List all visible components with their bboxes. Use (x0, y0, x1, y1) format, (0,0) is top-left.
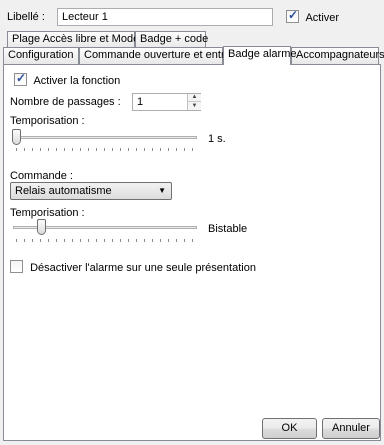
nombre-passages-spinner[interactable]: ▲ ▼ (187, 94, 201, 110)
temporisation1-label: Temporisation : (10, 115, 85, 127)
chevron-down-icon: ▼ (158, 186, 166, 195)
tab-plage-acces-libre[interactable]: Plage Accès libre et Mode (7, 31, 139, 48)
tab-badge-code[interactable]: Badge + code (135, 31, 209, 48)
spin-up-icon[interactable]: ▲ (188, 94, 201, 101)
activer-fonction-label: Activer la fonction (33, 75, 121, 87)
tab-label: Plage Accès libre et Mode (12, 33, 140, 45)
commande-label: Commande : (10, 170, 73, 182)
desactiver-checkbox[interactable] (10, 260, 23, 273)
tab-label: Commande ouverture et entrées (84, 49, 243, 61)
activer-checkbox-wrap[interactable]: Activer (286, 8, 339, 26)
desactiver-wrap[interactable]: Désactiver l'alarme sur une seule présen… (10, 260, 256, 276)
spin-down-icon[interactable]: ▼ (188, 101, 201, 110)
annuler-button[interactable]: Annuler (322, 418, 380, 439)
tab-commande-ouverture[interactable]: Commande ouverture et entrées (79, 47, 242, 64)
tab-accompagnateurs[interactable]: Accompagnateurs (291, 47, 384, 64)
tab-configuration[interactable]: Configuration (3, 47, 79, 64)
tab-label: Configuration (8, 49, 74, 61)
temporisation1-value: 1 s. (208, 133, 226, 145)
temporisation1-ticks (16, 148, 196, 151)
temporisation2-label: Temporisation : (10, 207, 85, 219)
badge-alarme-panel: Activer la fonction Nombre de passages :… (3, 64, 381, 441)
libelle-input[interactable]: Lecteur 1 (57, 8, 273, 26)
temporisation1-thumb[interactable] (12, 129, 21, 145)
ok-button[interactable]: OK (262, 418, 317, 439)
libelle-label: Libellé : (7, 11, 45, 23)
tab-badge-alarme[interactable]: Badge alarme (223, 46, 297, 65)
tab-label: Badge + code (140, 33, 209, 45)
nombre-passages-label: Nombre de passages : (10, 96, 121, 108)
commande-value: Relais automatisme (15, 185, 112, 197)
temporisation2-ticks (16, 239, 196, 242)
desactiver-label: Désactiver l'alarme sur une seule présen… (30, 262, 256, 274)
commande-select[interactable]: Relais automatisme ▼ (10, 182, 172, 200)
nombre-passages-value: 1 (137, 96, 144, 108)
temporisation1-track[interactable] (13, 136, 197, 139)
activer-fonction-checkbox[interactable] (14, 71, 27, 86)
activer-fonction-wrap[interactable]: Activer la fonction (14, 71, 120, 89)
tab-label: Badge alarme (228, 48, 297, 60)
activer-label: Activer (305, 12, 340, 24)
temporisation2-thumb[interactable] (37, 219, 46, 235)
tab-label: Accompagnateurs (296, 49, 384, 61)
temporisation2-value: Bistable (208, 223, 248, 235)
activer-checkbox[interactable] (286, 8, 299, 23)
